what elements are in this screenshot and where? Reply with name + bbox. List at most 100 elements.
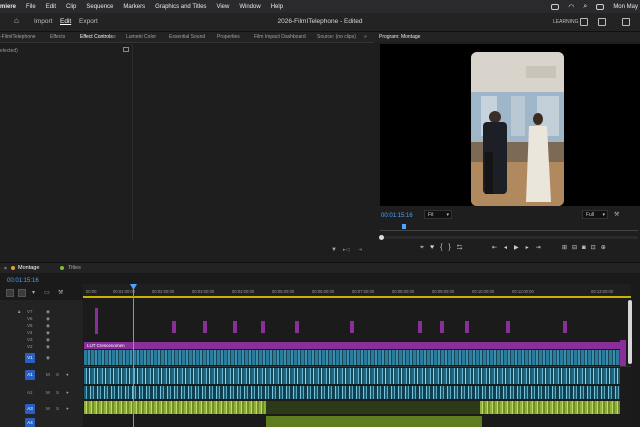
mute-button[interactable]: M <box>46 406 50 411</box>
close-icon[interactable]: × <box>4 266 7 272</box>
export-frame-icon[interactable] <box>123 47 129 52</box>
play-audio-icon[interactable]: ▸◁ <box>343 247 349 253</box>
eye-icon[interactable]: ◉ <box>46 316 50 322</box>
lut-adjustment-clip[interactable]: LUT Crescenomen <box>84 342 620 349</box>
transport-right[interactable]: ⊞⊟◙⊡⊕ <box>562 244 611 251</box>
mute-button[interactable]: M <box>46 390 50 395</box>
eye-icon[interactable]: ◉ <box>46 337 50 343</box>
menu-edit[interactable]: Edit <box>41 4 61 10</box>
tab-menu-icon[interactable]: ≡ <box>113 34 116 40</box>
tab-montage[interactable]: Montage <box>18 265 39 271</box>
control-center-icon[interactable] <box>596 3 605 10</box>
marker-icon[interactable]: ▾ <box>32 289 35 296</box>
menu-window[interactable]: Window <box>234 4 265 10</box>
menu-clip[interactable]: Clip <box>61 4 81 10</box>
program-monitor-tab[interactable]: Program: Montage <box>374 32 640 42</box>
eye-icon[interactable]: ◉ <box>46 344 50 350</box>
a2-audio-clips[interactable] <box>84 386 620 399</box>
search-icon[interactable]: ⌕ <box>583 3 587 11</box>
title-clip[interactable] <box>233 321 237 333</box>
captions-icon[interactable]: ▭ <box>44 289 50 296</box>
eye-icon[interactable]: ◉ <box>46 323 50 329</box>
tab-project[interactable]: -FilmITelephone <box>0 34 36 40</box>
menubar-clock[interactable]: Mon May <box>613 4 638 10</box>
solo-button[interactable]: S <box>56 372 59 377</box>
scroll-handle-left[interactable] <box>379 235 384 240</box>
tab-film-impact[interactable]: Film Impact Dashboard <box>254 34 306 40</box>
menu-file[interactable]: File <box>21 4 41 10</box>
tab-properties[interactable]: Properties <box>217 34 240 40</box>
eye-icon[interactable]: ◉ <box>46 309 50 315</box>
app-menu[interactable]: miere <box>0 4 21 10</box>
mini-ruler[interactable] <box>380 225 638 231</box>
panel-divider <box>132 44 133 240</box>
filter-icon[interactable]: ▼ <box>331 247 337 253</box>
title-clip[interactable] <box>620 340 626 366</box>
menu-view[interactable]: View <box>211 4 234 10</box>
zoom-scrollbar[interactable] <box>380 236 638 239</box>
tab-effects[interactable]: Effects <box>50 34 65 40</box>
title-clip[interactable] <box>295 321 299 333</box>
playhead[interactable] <box>133 284 134 427</box>
tab-lumetri[interactable]: Lumetri Color <box>126 34 156 40</box>
a1-audio-clips[interactable] <box>84 368 620 384</box>
workspace-label[interactable]: LEARNING <box>553 19 579 25</box>
wrench-icon[interactable]: ⚒ <box>614 211 619 218</box>
project-title: 2026-FilmITelephone - Edited <box>277 18 363 25</box>
a3-music-clip[interactable] <box>480 401 620 414</box>
solo-button[interactable]: S <box>56 390 59 395</box>
fullscreen-icon[interactable] <box>622 18 630 26</box>
title-clip[interactable] <box>465 321 469 333</box>
wifi-icon[interactable]: ◠ <box>568 3 574 11</box>
title-clip[interactable] <box>203 321 207 333</box>
title-clip[interactable] <box>172 321 176 333</box>
eye-icon[interactable]: ◉ <box>46 330 50 336</box>
mic-icon[interactable]: ● <box>66 390 69 395</box>
timeline-timecode[interactable]: 00:01:15:16 <box>7 278 39 284</box>
battery-icon[interactable] <box>551 3 560 10</box>
transport-controls[interactable]: ⇤◂▶▸⇥ <box>492 244 548 251</box>
eye-icon[interactable]: ◉ <box>46 355 50 361</box>
lock-icon[interactable]: 🔒︎ <box>18 309 20 314</box>
mic-icon[interactable]: ● <box>66 372 69 377</box>
mic-icon[interactable]: ● <box>66 406 69 411</box>
menu-graphics[interactable]: Graphics and Titles <box>150 4 211 10</box>
timeline-tabs: × Montage Titles <box>0 262 640 273</box>
tab-titles[interactable]: Titles <box>68 265 81 271</box>
quality-dropdown[interactable]: Full ▾ <box>582 210 608 219</box>
wrench-icon[interactable]: ⚒ <box>58 289 63 296</box>
title-clip[interactable] <box>95 308 98 334</box>
fit-dropdown[interactable]: Fit ▾ <box>424 210 452 219</box>
title-clip[interactable] <box>506 321 510 333</box>
track-header-a4: A4 <box>0 417 83 427</box>
v1-video-clips[interactable] <box>84 350 620 365</box>
title-clip[interactable] <box>350 321 354 333</box>
title-clip[interactable] <box>563 321 567 333</box>
workspaces-icon[interactable] <box>580 18 588 26</box>
title-clip[interactable] <box>440 321 444 333</box>
tabs-overflow-icon[interactable]: » <box>364 34 367 40</box>
menu-markers[interactable]: Markers <box>118 4 150 10</box>
menu-help[interactable]: Help <box>266 4 288 10</box>
time-ruler[interactable]: 00:00 00:01:00:00 00:02:00:00 00:03:00:0… <box>83 284 631 298</box>
a4-music-clip[interactable] <box>266 416 482 427</box>
solo-button[interactable]: S <box>56 406 59 411</box>
mini-playhead[interactable] <box>402 224 406 229</box>
timeline-scrollbar[interactable] <box>628 300 632 364</box>
snap-icon[interactable] <box>6 289 14 297</box>
title-clip[interactable] <box>261 321 265 333</box>
tab-source[interactable]: Source: (no clips) <box>317 34 356 40</box>
transport-left[interactable]: ⌖♥{}⇆ <box>420 244 468 252</box>
a3-music-clip[interactable] <box>84 401 266 414</box>
work-area-bar[interactable] <box>83 296 631 298</box>
tab-effect-controls[interactable]: Effect Controls <box>80 34 113 40</box>
title-clip[interactable] <box>418 321 422 333</box>
linked-selection-icon[interactable] <box>18 289 26 297</box>
menu-sequence[interactable]: Sequence <box>81 4 118 10</box>
export-icon[interactable]: ⇥ <box>358 247 362 253</box>
share-icon[interactable] <box>598 18 606 26</box>
tab-essential-sound[interactable]: Essential Sound <box>169 34 205 40</box>
program-timecode[interactable]: 00:01:15:16 <box>381 213 413 219</box>
mute-button[interactable]: M <box>46 372 50 377</box>
track-divider <box>83 366 631 367</box>
